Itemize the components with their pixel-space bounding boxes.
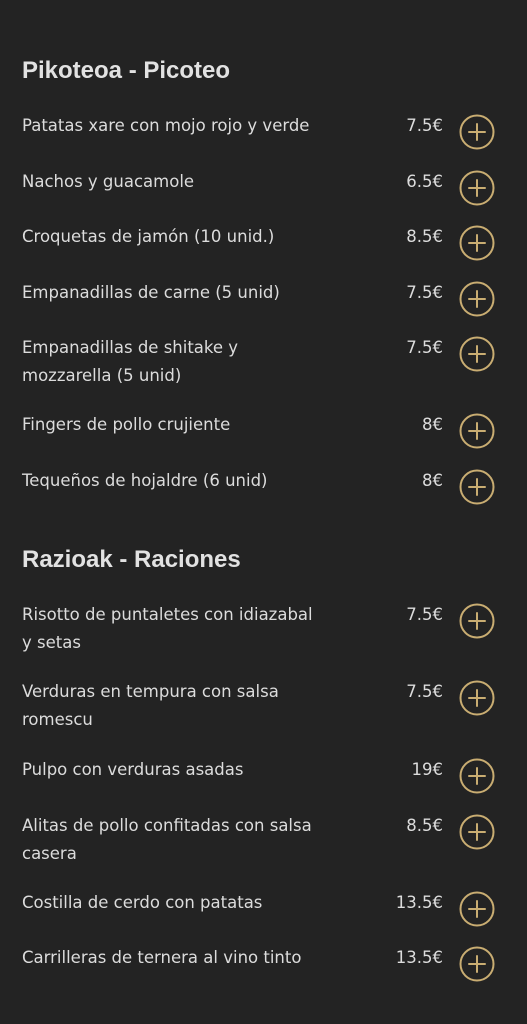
item-price: 7.5€ — [406, 116, 443, 135]
add-item-button[interactable] — [459, 281, 495, 317]
add-item-button[interactable] — [459, 603, 495, 639]
plus-circle-icon — [459, 114, 495, 150]
item-name: Empanadillas de carne (5 unid) — [22, 283, 280, 302]
plus-circle-icon — [459, 469, 495, 505]
item-name: Alitas de pollo confitadas con salsa cas… — [22, 816, 312, 863]
add-item-button[interactable] — [459, 758, 495, 794]
item-name: Croquetas de jamón (10 unid.) — [22, 227, 275, 246]
plus-circle-icon — [459, 814, 495, 850]
add-item-button[interactable] — [459, 170, 495, 206]
item-price: 19€ — [411, 760, 444, 779]
plus-circle-icon — [459, 603, 495, 639]
add-item-button[interactable] — [459, 225, 495, 261]
plus-circle-icon — [459, 413, 495, 449]
add-item-button[interactable] — [459, 413, 495, 449]
item-price: 8.5€ — [406, 227, 443, 246]
item-price: 6.5€ — [406, 172, 443, 191]
item-name: Costilla de cerdo con patatas — [22, 893, 263, 912]
item-name: Fingers de pollo crujiente — [22, 415, 231, 434]
add-item-button[interactable] — [459, 891, 495, 927]
plus-circle-icon — [459, 758, 495, 794]
item-price: 7.5€ — [406, 605, 443, 624]
add-item-button[interactable] — [459, 680, 495, 716]
section-title-raciones: Razioak - Raciones — [22, 546, 241, 573]
item-name: Empanadillas de shitake y mozzarella (5 … — [22, 338, 239, 385]
plus-circle-icon — [459, 336, 495, 372]
item-name: Tequeños de hojaldre (6 unid) — [22, 471, 268, 490]
section-title-picoteo: Pikoteoa - Picoteo — [22, 57, 231, 84]
item-name: Nachos y guacamole — [22, 172, 195, 191]
add-item-button[interactable] — [459, 336, 495, 372]
plus-circle-icon — [459, 680, 495, 716]
item-price: 7.5€ — [406, 338, 443, 357]
item-price: 8€ — [422, 415, 443, 434]
plus-circle-icon — [459, 946, 495, 982]
item-name: Risotto de puntaletes con idiazabal y se… — [22, 605, 313, 652]
item-name: Carrilleras de ternera al vino tinto — [22, 948, 302, 967]
add-item-button[interactable] — [459, 469, 495, 505]
plus-circle-icon — [459, 170, 495, 206]
plus-circle-icon — [459, 225, 495, 261]
item-price: 13.5€ — [395, 948, 443, 967]
plus-circle-icon — [459, 281, 495, 317]
item-price: 8.5€ — [406, 816, 443, 835]
add-item-button[interactable] — [459, 814, 495, 850]
item-price: 8€ — [422, 471, 443, 490]
add-item-button[interactable] — [459, 114, 495, 150]
item-name: Patatas xare con mojo rojo y verde — [22, 116, 310, 135]
item-name: Verduras en tempura con salsa romescu — [22, 682, 279, 729]
item-price: 13.5€ — [395, 893, 443, 912]
add-item-button[interactable] — [459, 946, 495, 982]
item-name: Pulpo con verduras asadas — [22, 760, 244, 779]
plus-circle-icon — [459, 891, 495, 927]
item-price: 7.5€ — [406, 682, 443, 701]
item-price: 7.5€ — [406, 283, 443, 302]
